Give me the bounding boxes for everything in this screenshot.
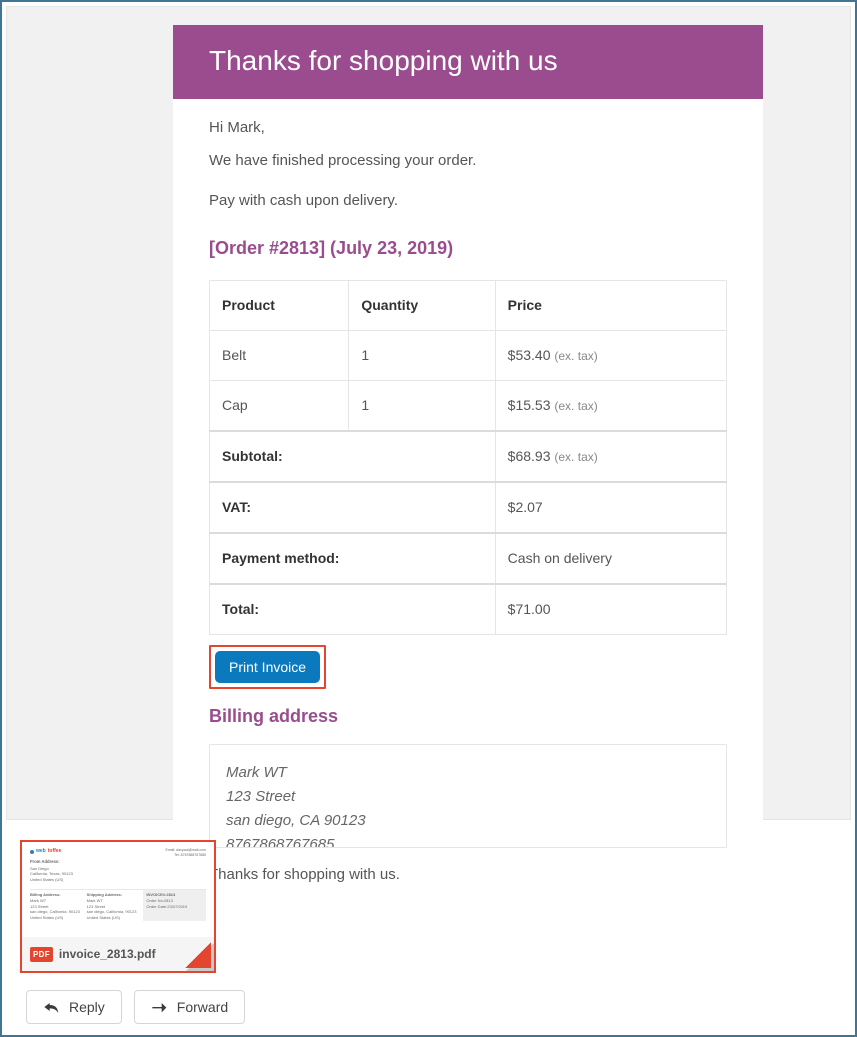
attachment-zone: webtoffee Email: davpaul@mail.com Tel: 8…	[20, 840, 216, 973]
subtotal-row: Subtotal: $68.93 (ex. tax)	[210, 431, 727, 482]
page-curl-icon	[185, 942, 215, 972]
thumb-billing-label: Billing Address:	[30, 892, 87, 898]
thumb-email: Email: davpaul@mail.com	[165, 848, 206, 853]
vat-value: $2.07	[495, 482, 726, 533]
attachment-filename: invoice_2813.pdf	[59, 947, 156, 961]
email-card: Thanks for shopping with us Hi Mark, We …	[173, 25, 763, 883]
thumb-from-label: From Address:	[30, 859, 206, 865]
table-row: Cap 1 $15.53 (ex. tax)	[210, 380, 727, 431]
table-header-row: Product Quantity Price	[210, 280, 727, 330]
price-note: (ex. tax)	[554, 399, 597, 413]
billing-name: Mark WT	[226, 761, 710, 785]
total-row: Total: $71.00	[210, 584, 727, 635]
thumb-line: United States (US)	[30, 915, 87, 921]
thumb-shipping-col: Shipping Address: Mark WT 123 Street san…	[87, 889, 144, 921]
attachment-card[interactable]: webtoffee Email: davpaul@mail.com Tel: 8…	[20, 840, 216, 973]
col-price: Price	[495, 280, 726, 330]
billing-phone: 8767868767685	[226, 833, 710, 848]
greeting-line: Hi Mark,	[209, 117, 727, 140]
billing-heading: Billing address	[209, 703, 727, 730]
pdf-badge-icon: PDF	[30, 947, 53, 962]
brand-right: toffee	[48, 848, 62, 855]
payment-method-value: Cash on delivery	[495, 533, 726, 584]
order-heading: [Order #2813] (July 23, 2019)	[209, 235, 727, 262]
email-actions: Reply Forward	[26, 990, 245, 1024]
attachment-thumbnail: webtoffee Email: davpaul@mail.com Tel: 8…	[22, 842, 214, 937]
reply-button[interactable]: Reply	[26, 990, 122, 1024]
email-header: Thanks for shopping with us	[173, 25, 763, 99]
billing-street: 123 Street	[226, 785, 710, 809]
col-product: Product	[210, 280, 349, 330]
thumb-line: United States (US)	[87, 915, 144, 921]
thumb-from-line: United States (US)	[30, 877, 206, 883]
thumb-order-date: Order Date:23/07/2019	[146, 904, 203, 910]
vat-label: VAT:	[210, 482, 496, 533]
thumb-tel: Tel: 8767868767685	[165, 853, 206, 858]
order-table: Product Quantity Price Belt 1 $53.40 (ex…	[209, 280, 727, 635]
print-invoice-highlight: Print Invoice	[209, 645, 326, 689]
payment-method-row: Payment method: Cash on delivery	[210, 533, 727, 584]
forward-arrow-icon	[151, 1000, 167, 1014]
price-note: (ex. tax)	[554, 349, 597, 363]
thumb-shipping-label: Shipping Address:	[87, 892, 144, 898]
email-preview-area: Thanks for shopping with us Hi Mark, We …	[6, 6, 851, 820]
reply-arrow-icon	[43, 1000, 59, 1014]
print-invoice-button[interactable]: Print Invoice	[215, 651, 320, 683]
thumb-columns: Billing Address: Mark WT 123 Street san …	[30, 889, 206, 921]
processed-line: We have finished processing your order.	[209, 150, 727, 173]
footer-thanks: Thanks for shopping with us.	[173, 848, 763, 883]
cell-quantity: 1	[349, 380, 495, 431]
table-row: Belt 1 $53.40 (ex. tax)	[210, 330, 727, 380]
thumb-billing-col: Billing Address: Mark WT 123 Street san …	[30, 889, 87, 921]
thumb-invoice-col: INVOICE#:2813 Order No:2813 Order Date:2…	[143, 889, 206, 921]
reply-label: Reply	[69, 999, 105, 1015]
email-body: Hi Mark, We have finished processing you…	[173, 99, 763, 848]
cell-product: Cap	[210, 380, 349, 431]
logo-dot-icon	[30, 850, 34, 854]
print-invoice-row: Print Invoice	[209, 645, 727, 689]
attachment-label-bar: PDF invoice_2813.pdf	[22, 937, 214, 971]
subtotal-value: $68.93 (ex. tax)	[495, 431, 726, 482]
thumb-invoice-no: INVOICE#:2813	[146, 892, 203, 898]
viewport: Thanks for shopping with us Hi Mark, We …	[0, 0, 857, 1037]
thumb-from: From Address: San Diego California, Texa…	[30, 859, 206, 883]
subtotal-amount: $68.93	[508, 448, 551, 464]
cell-price: $15.53 (ex. tax)	[495, 380, 726, 431]
subtotal-label: Subtotal:	[210, 431, 496, 482]
price-value: $15.53	[508, 397, 551, 413]
total-label: Total:	[210, 584, 496, 635]
col-quantity: Quantity	[349, 280, 495, 330]
subtotal-note: (ex. tax)	[554, 450, 597, 464]
total-value: $71.00	[495, 584, 726, 635]
billing-city: san diego, CA 90123	[226, 809, 710, 833]
billing-address-box: Mark WT 123 Street san diego, CA 90123 8…	[209, 744, 727, 848]
forward-button[interactable]: Forward	[134, 990, 245, 1024]
cell-product: Belt	[210, 330, 349, 380]
brand-left: web	[36, 848, 46, 855]
payment-method-label: Payment method:	[210, 533, 496, 584]
cell-quantity: 1	[349, 330, 495, 380]
vat-row: VAT: $2.07	[210, 482, 727, 533]
payment-line: Pay with cash upon delivery.	[209, 190, 727, 213]
cell-price: $53.40 (ex. tax)	[495, 330, 726, 380]
forward-label: Forward	[177, 999, 228, 1015]
price-value: $53.40	[508, 347, 551, 363]
email-title: Thanks for shopping with us	[209, 45, 558, 76]
thumb-contact: Email: davpaul@mail.com Tel: 87678687676…	[165, 848, 206, 857]
